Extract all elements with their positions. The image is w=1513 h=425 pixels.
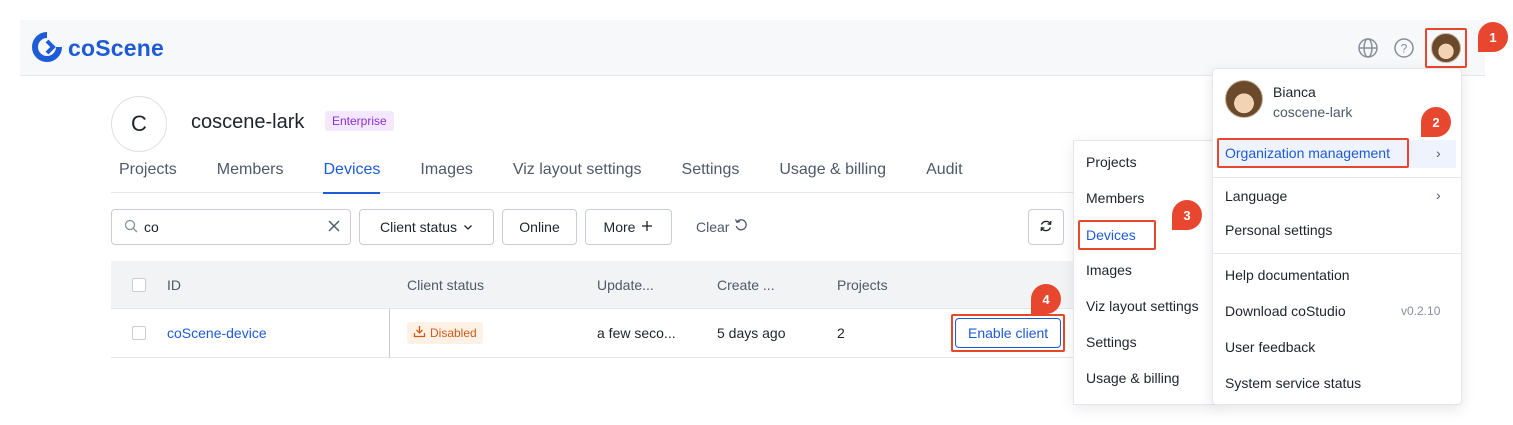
search-value: co: [144, 219, 159, 235]
online-filter-label: Online: [519, 219, 560, 235]
reset-icon: [734, 218, 748, 235]
tab-viz-layout-settings[interactable]: Viz layout settings: [513, 158, 642, 193]
clear-filters-button[interactable]: Clear: [696, 218, 748, 235]
org-avatar: C: [111, 96, 167, 152]
org-name: coscene-lark: [191, 111, 305, 133]
menu-item-user-feedback[interactable]: User feedback: [1225, 339, 1315, 355]
chevron-down-icon: [463, 219, 473, 235]
column-header-created[interactable]: Create ...: [717, 261, 775, 308]
avatar: [1225, 80, 1263, 118]
tab-members[interactable]: Members: [217, 158, 284, 193]
search-input[interactable]: co: [111, 209, 351, 245]
column-divider: [389, 309, 390, 358]
projects-cell: 2: [837, 325, 845, 341]
clear-filters-label: Clear: [696, 218, 730, 235]
globe-icon[interactable]: [1356, 36, 1380, 60]
table-row: coScene-device Disabled a few seco... 5 …: [111, 309, 1081, 358]
submenu-item-projects[interactable]: Projects: [1086, 154, 1137, 170]
brand-name: coScene: [68, 35, 165, 61]
menu-item-personal-settings[interactable]: Personal settings: [1225, 222, 1332, 238]
menu-item-organization-management[interactable]: Organization management: [1217, 138, 1409, 168]
user-menu-avatar: [1225, 80, 1263, 118]
more-filters-button[interactable]: More: [585, 209, 672, 245]
menu-item-language[interactable]: Language: [1225, 188, 1287, 204]
costudio-version: v0.2.10: [1401, 304, 1441, 318]
step-marker-4: 4: [1031, 284, 1061, 314]
coscene-logo-icon: [32, 32, 62, 65]
table-header: ID Client status Update... Create ... Pr…: [111, 261, 1081, 309]
submenu-item-settings[interactable]: Settings: [1086, 334, 1137, 350]
tab-projects[interactable]: Projects: [119, 158, 177, 193]
download-disabled-icon: [413, 325, 426, 341]
refresh-icon: [1039, 219, 1053, 236]
menu-item-download-costudio[interactable]: Download coStudio: [1225, 303, 1346, 319]
svg-text:?: ?: [1401, 42, 1408, 56]
menu-item-help-documentation[interactable]: Help documentation: [1225, 267, 1350, 283]
help-icon[interactable]: ?: [1392, 36, 1416, 60]
submenu-item-images[interactable]: Images: [1086, 262, 1132, 278]
column-header-id[interactable]: ID: [167, 261, 181, 308]
chevron-right-icon: ›: [1436, 145, 1441, 161]
status-badge-label: Disabled: [430, 326, 477, 340]
client-status-filter-label: Client status: [379, 219, 458, 235]
user-name: Bianca: [1273, 84, 1316, 100]
client-status-filter[interactable]: Client status: [359, 209, 494, 245]
submenu-item-viz-layout-settings[interactable]: Viz layout settings: [1086, 298, 1199, 314]
tab-images[interactable]: Images: [420, 158, 472, 193]
submenu-item-usage-billing[interactable]: Usage & billing: [1086, 370, 1179, 386]
search-icon: [124, 219, 138, 236]
highlight-enable-client: Enable client: [951, 314, 1066, 352]
step-marker-2: 2: [1421, 107, 1451, 137]
submenu-item-devices[interactable]: Devices: [1078, 220, 1156, 250]
logo[interactable]: coScene: [32, 32, 164, 65]
plan-badge: Enterprise: [325, 111, 394, 131]
tab-devices[interactable]: Devices: [323, 158, 380, 194]
tab-usage-billing[interactable]: Usage & billing: [779, 158, 886, 193]
menu-divider: [1213, 253, 1461, 254]
tab-audit[interactable]: Audit: [926, 158, 962, 193]
user-org-name: coscene-lark: [1273, 104, 1353, 120]
column-header-client-status[interactable]: Client status: [407, 261, 484, 308]
device-id-link[interactable]: coScene-device: [167, 309, 267, 357]
menu-divider: [1213, 177, 1461, 178]
refresh-button[interactable]: [1028, 209, 1064, 245]
org-tabs: Projects Members Devices Images Viz layo…: [111, 158, 1081, 194]
chevron-right-icon: ›: [1436, 187, 1441, 203]
avatar: [1431, 33, 1461, 63]
menu-item-system-service-status[interactable]: System service status: [1225, 375, 1361, 391]
status-badge: Disabled: [407, 322, 483, 344]
clear-search-icon[interactable]: [328, 219, 340, 235]
updated-cell: a few seco...: [597, 325, 676, 341]
column-header-projects[interactable]: Projects: [837, 261, 888, 308]
org-management-row-bg: [1409, 140, 1456, 168]
tab-settings[interactable]: Settings: [682, 158, 740, 193]
plus-icon: [641, 219, 653, 235]
enable-client-button[interactable]: Enable client: [955, 318, 1062, 348]
step-marker-3: 3: [1172, 200, 1202, 230]
step-marker-1: 1: [1478, 22, 1508, 52]
org-management-submenu: Projects Members Images Viz layout setti…: [1073, 140, 1218, 405]
online-filter[interactable]: Online: [502, 209, 577, 245]
created-cell: 5 days ago: [717, 325, 786, 341]
select-all-checkbox[interactable]: [132, 277, 146, 292]
user-avatar-button[interactable]: [1425, 28, 1467, 68]
more-filters-label: More: [603, 219, 636, 235]
submenu-item-members[interactable]: Members: [1086, 190, 1144, 206]
column-header-updated[interactable]: Update...: [597, 261, 654, 308]
row-checkbox[interactable]: [132, 326, 146, 340]
